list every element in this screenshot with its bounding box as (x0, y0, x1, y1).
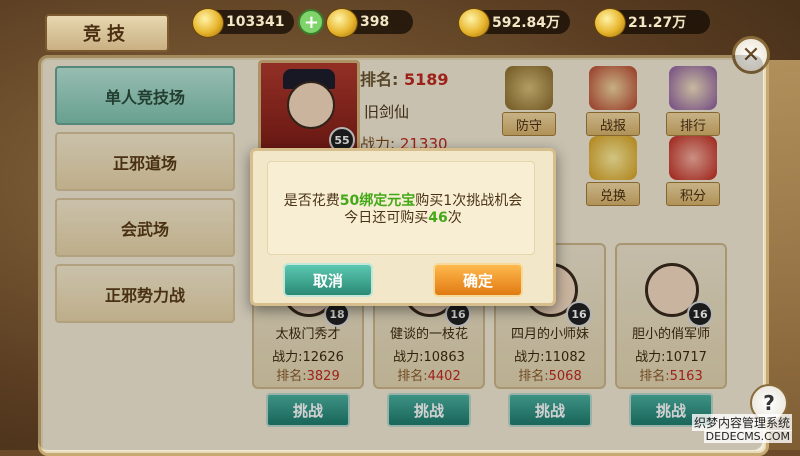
page-title: 竞技 (45, 14, 169, 52)
coin-icon (458, 8, 490, 38)
dialog-text: 是否花费 (283, 193, 340, 209)
dialog-message: 是否花费50绑定元宝购买1次挑战机会 今日还可购买46次 (253, 193, 553, 227)
resource-coin-2: 21.27万 (594, 8, 711, 38)
resource-gold: 103341 + (192, 8, 325, 38)
dialog-text: 今日还可购买 (344, 210, 429, 226)
purchase-dialog: 是否花费50绑定元宝购买1次挑战机会 今日还可购买46次 取消 确定 (250, 148, 556, 306)
resource-bound: 398 (326, 8, 414, 38)
confirm-button[interactable]: 确定 (433, 263, 523, 297)
cancel-button[interactable]: 取消 (283, 263, 373, 297)
coin-icon (594, 8, 626, 38)
watermark-line-2: DEDECMS.COM (703, 430, 792, 443)
dialog-line-2: 今日还可购买46次 (253, 210, 553, 227)
dialog-cost: 50绑定元宝 (339, 193, 416, 209)
bound-ingot-icon (326, 8, 358, 38)
dialog-text: 购买1次挑战机会 (415, 193, 523, 209)
dialog-line-1: 是否花费50绑定元宝购买1次挑战机会 (253, 193, 553, 210)
dialog-remaining-count: 46 (428, 210, 448, 226)
top-bar: 竞技 103341 + 398 592.84万 21.27万 (0, 0, 800, 52)
watermark-line-1: 织梦内容管理系统 (691, 414, 792, 431)
dialog-text: 次 (447, 210, 462, 226)
watermark: 织梦内容管理系统 DEDECMS.COM (668, 412, 796, 446)
gold-ingot-icon (192, 8, 224, 38)
add-gold-button[interactable]: + (298, 9, 325, 35)
resource-coin-1: 592.84万 (458, 8, 571, 38)
